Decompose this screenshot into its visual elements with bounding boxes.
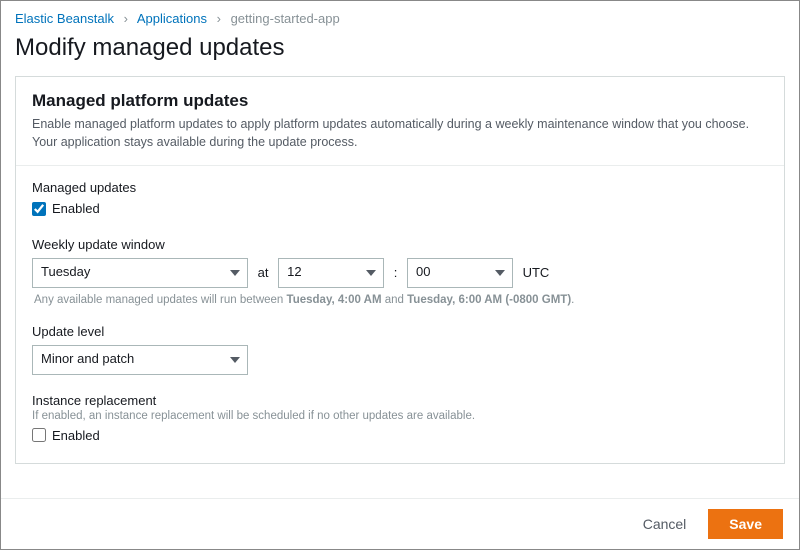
chevron-down-icon <box>366 270 376 276</box>
managed-updates-checkbox-input[interactable] <box>32 202 46 216</box>
footer: Cancel Save <box>1 498 799 549</box>
day-select-value: Tuesday <box>41 264 90 279</box>
managed-updates-label: Managed updates <box>32 180 768 195</box>
cancel-button[interactable]: Cancel <box>639 510 691 538</box>
managed-updates-checkbox-label: Enabled <box>52 201 100 216</box>
update-level-label: Update level <box>32 324 768 339</box>
chevron-down-icon <box>495 270 505 276</box>
chevron-right-icon: › <box>217 11 221 26</box>
update-level-value: Minor and patch <box>41 351 134 366</box>
page-title: Modify managed updates <box>15 34 785 62</box>
instance-replacement-checkbox-label: Enabled <box>52 428 100 443</box>
chevron-down-icon <box>230 270 240 276</box>
minute-select[interactable]: 00 <box>407 258 513 288</box>
chevron-right-icon: › <box>124 11 128 26</box>
timezone-label: UTC <box>523 265 550 280</box>
instance-replacement-help: If enabled, an instance replacement will… <box>32 410 768 422</box>
breadcrumb-root[interactable]: Elastic Beanstalk <box>15 11 114 26</box>
chevron-down-icon <box>230 357 240 363</box>
breadcrumb: Elastic Beanstalk › Applications › getti… <box>1 1 799 26</box>
weekly-window-label: Weekly update window <box>32 237 768 252</box>
panel-title: Managed platform updates <box>32 91 768 111</box>
field-update-level: Update level Minor and patch <box>32 324 768 375</box>
field-weekly-window: Weekly update window Tuesday at 12 : 00 … <box>32 237 768 306</box>
managed-updates-checkbox[interactable]: Enabled <box>32 201 100 216</box>
update-level-select[interactable]: Minor and patch <box>32 345 248 375</box>
instance-replacement-checkbox[interactable]: Enabled <box>32 428 100 443</box>
hour-select-value: 12 <box>287 264 301 279</box>
save-button[interactable]: Save <box>708 509 783 539</box>
instance-replacement-label: Instance replacement <box>32 393 768 408</box>
settings-panel: Managed platform updates Enable managed … <box>15 76 785 464</box>
breadcrumb-current: getting-started-app <box>231 11 340 26</box>
breadcrumb-applications[interactable]: Applications <box>137 11 207 26</box>
weekly-window-help: Any available managed updates will run b… <box>34 294 768 306</box>
instance-replacement-checkbox-input[interactable] <box>32 428 46 442</box>
field-instance-replacement: Instance replacement If enabled, an inst… <box>32 393 768 446</box>
hour-select[interactable]: 12 <box>278 258 384 288</box>
at-label: at <box>258 265 269 280</box>
field-managed-updates: Managed updates Enabled <box>32 180 768 219</box>
time-colon: : <box>394 265 398 280</box>
day-select[interactable]: Tuesday <box>32 258 248 288</box>
minute-select-value: 00 <box>416 264 430 279</box>
panel-description: Enable managed platform updates to apply… <box>32 115 768 151</box>
panel-header: Managed platform updates Enable managed … <box>16 77 784 166</box>
